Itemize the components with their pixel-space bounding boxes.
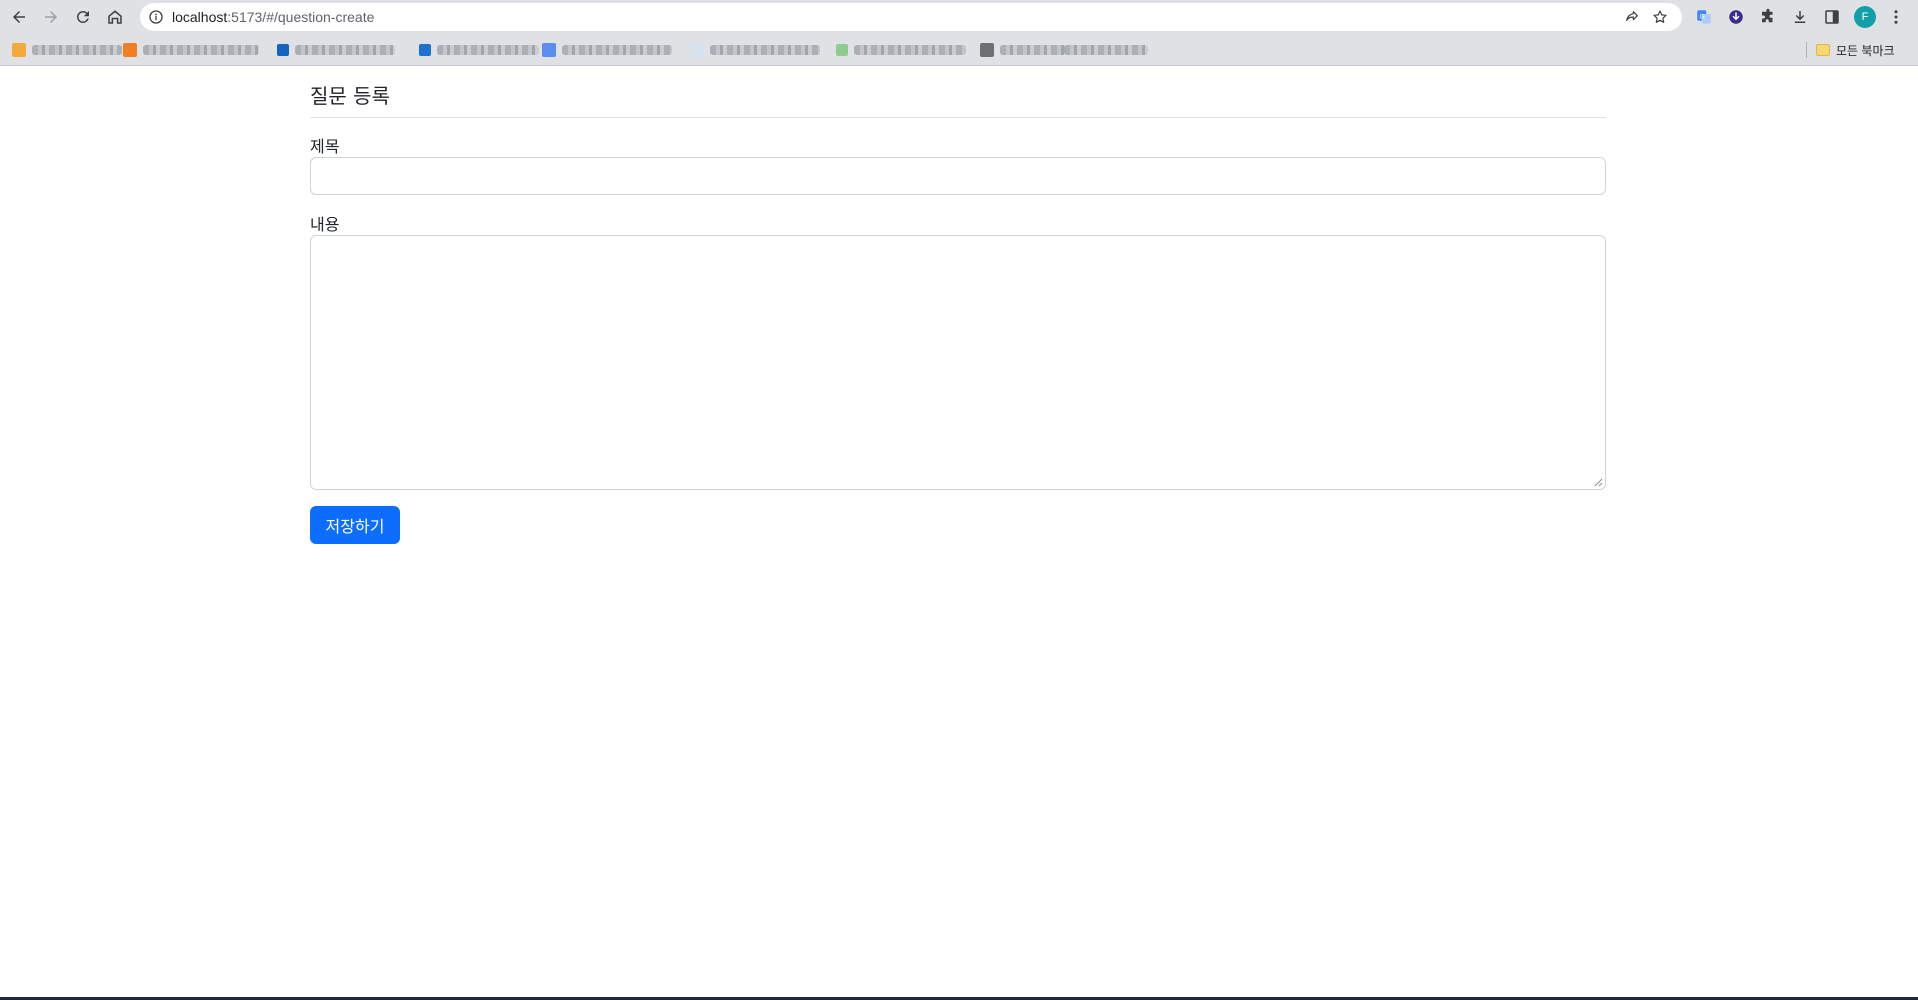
back-button[interactable] [6,4,32,30]
share-icon [1626,11,1638,21]
favicon-icon [123,43,137,57]
content-label: 내용 [310,215,340,234]
content-textarea[interactable] [310,235,1606,490]
kebab-menu-icon [1894,10,1898,24]
all-bookmarks-label: 모든 북마크 [1836,43,1895,58]
home-icon [108,10,122,24]
download-extension-button[interactable] [1724,5,1748,29]
side-panel-button[interactable] [1820,5,1844,29]
bookmarks-divider [1806,42,1807,58]
address-bar[interactable]: localhost:5173/#/question-create [140,3,1682,31]
side-panel-icon [1825,10,1839,24]
blurred-bookmark-label [1000,45,1066,55]
home-button[interactable] [102,4,128,30]
blurred-bookmark-label [143,45,259,55]
favicon-icon [980,43,994,57]
resize-grip-icon[interactable] [1593,477,1603,487]
puzzle-icon [1762,8,1773,23]
subject-label: 제목 [310,137,340,156]
save-button[interactable]: 저장하기 [310,506,400,544]
info-icon[interactable] [148,9,164,25]
url-host: localhost [172,9,228,25]
share-button[interactable] [1623,8,1641,26]
bookmark-item[interactable] [419,42,539,58]
reload-icon [76,10,89,23]
bookmarks-bar: 모든 북마크 [0,34,1918,66]
star-icon [1653,10,1667,23]
folder-icon [1816,44,1830,56]
bookmark-item[interactable] [277,42,395,58]
downloads-button[interactable] [1788,5,1812,29]
favicon-icon [542,43,556,57]
bookmark-item[interactable] [836,42,966,58]
arrow-left-icon [13,11,25,23]
favicon-icon [836,44,848,56]
bookmark-item[interactable] [980,42,1066,58]
bookmark-item[interactable] [1064,42,1148,58]
svg-text:G: G [1700,14,1705,21]
browser-menu-button[interactable] [1884,5,1908,29]
blurred-bookmark-label [854,45,966,55]
blurred-bookmark-label [710,45,820,55]
translate-extension-button[interactable]: G [1692,5,1716,29]
blurred-bookmark-label [437,45,539,55]
arrow-right-icon [45,11,57,23]
page-content: 질문 등록 제목 내용 저장하기 [0,67,1918,997]
bookmark-item[interactable] [123,42,259,58]
blurred-bookmark-label [295,45,395,55]
url-path: :5173/#/question-create [227,9,375,25]
download-circle-icon [1729,10,1743,24]
bookmark-item[interactable] [690,42,820,58]
browser-toolbar: localhost:5173/#/question-create G F [0,0,1918,34]
translate-icon: G [1697,10,1711,24]
profile-avatar[interactable]: F [1854,6,1876,28]
extensions-button[interactable] [1756,5,1780,29]
blurred-bookmark-label [32,45,122,55]
bookmark-item[interactable] [12,42,122,58]
reload-button[interactable] [70,4,96,30]
favicon-icon [690,43,704,57]
favicon-icon [12,43,26,57]
url-text: localhost:5173/#/question-create [172,3,374,31]
download-icon [1794,11,1806,23]
subject-input[interactable] [310,157,1606,195]
bookmark-star-button[interactable] [1651,8,1669,26]
favicon-icon [277,44,289,56]
bookmark-item[interactable] [542,42,672,58]
forward-button[interactable] [38,4,64,30]
blurred-bookmark-label [1064,45,1148,55]
all-bookmarks-button[interactable]: 모든 북마크 [1816,41,1895,59]
favicon-icon [419,44,431,56]
page-title: 질문 등록 [310,80,1606,118]
blurred-bookmark-label [562,45,672,55]
